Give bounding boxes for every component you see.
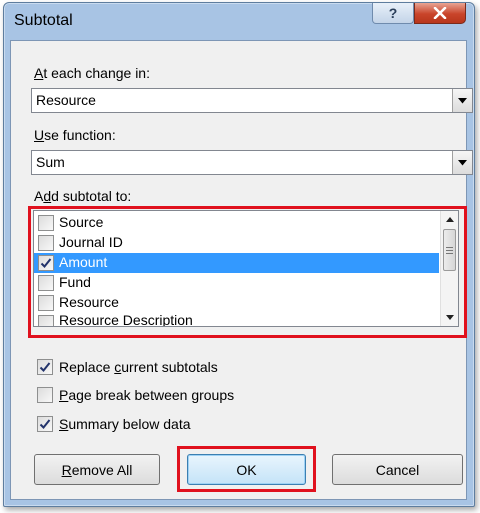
replace-subtotals-label: Replace current subtotals (59, 359, 218, 375)
scrollbar-thumb[interactable] (443, 229, 456, 271)
checkmark-icon (39, 419, 51, 429)
add-subtotal-listbox[interactable]: Source Journal ID Amount Fund Resource R… (33, 210, 459, 327)
title-bar[interactable]: Subtotal ? (4, 3, 474, 41)
close-button[interactable] (414, 3, 466, 24)
checkmark-icon (40, 258, 52, 268)
list-item-checkbox[interactable] (38, 295, 54, 311)
list-item-checkbox[interactable] (38, 255, 54, 271)
list-item-label: Source (59, 214, 104, 230)
list-item[interactable]: Fund (34, 273, 439, 293)
list-item-label: Fund (59, 274, 91, 290)
ok-button[interactable]: OK (187, 454, 306, 485)
triangle-up-icon (445, 217, 454, 222)
list-item-checkbox[interactable] (38, 315, 54, 326)
use-function-value: Sum (36, 154, 65, 170)
list-item[interactable]: Resource Description (34, 313, 439, 326)
add-subtotal-label: Add subtotal to: (34, 188, 132, 204)
page-break-label: Page break between groups (59, 387, 235, 403)
dropdown-arrow-button[interactable] (452, 151, 472, 174)
chevron-down-icon (458, 159, 467, 165)
remove-all-button[interactable]: Remove All (34, 454, 160, 485)
at-each-change-value: Resource (36, 92, 96, 108)
checkbox-box[interactable] (37, 359, 53, 375)
checkmark-icon (39, 362, 51, 372)
list-item-label: Amount (59, 254, 108, 270)
list-item-label: Resource Description (59, 313, 193, 326)
list-item-checkbox[interactable] (38, 215, 54, 231)
triangle-down-icon (445, 315, 454, 320)
help-button[interactable]: ? (372, 3, 414, 24)
dropdown-arrow-button[interactable] (452, 89, 472, 112)
at-each-change-dropdown[interactable]: Resource (31, 88, 473, 113)
list-item-checkbox[interactable] (38, 275, 54, 291)
checkbox-box[interactable] (37, 416, 53, 432)
close-x-icon (433, 7, 447, 19)
scroll-down-button[interactable] (441, 309, 458, 326)
use-function-dropdown[interactable]: Sum (31, 150, 473, 175)
list-item[interactable]: Amount (34, 253, 439, 273)
list-item[interactable]: Resource (34, 293, 439, 313)
use-function-label: Use function: (34, 127, 116, 143)
cancel-button[interactable]: Cancel (332, 454, 463, 485)
summary-below-checkbox[interactable]: Summary below data (37, 415, 337, 435)
question-mark-icon: ? (388, 5, 398, 21)
list-item-label: Journal ID (59, 234, 123, 250)
page-break-checkbox[interactable]: Page break between groups (37, 386, 337, 406)
dialog-title: Subtotal (14, 12, 73, 29)
scroll-up-button[interactable] (441, 211, 458, 228)
summary-below-label: Summary below data (59, 416, 191, 432)
at-each-change-label: At each change in: (34, 65, 150, 81)
checkbox-box[interactable] (37, 387, 53, 403)
replace-subtotals-checkbox[interactable]: Replace current subtotals (37, 358, 337, 378)
list-item-checkbox[interactable] (38, 235, 54, 251)
list-item[interactable]: Source (34, 213, 439, 233)
chevron-down-icon (458, 97, 467, 103)
listbox-scrollbar[interactable] (440, 211, 458, 326)
list-item-label: Resource (59, 294, 119, 310)
list-item[interactable]: Journal ID (34, 233, 439, 253)
